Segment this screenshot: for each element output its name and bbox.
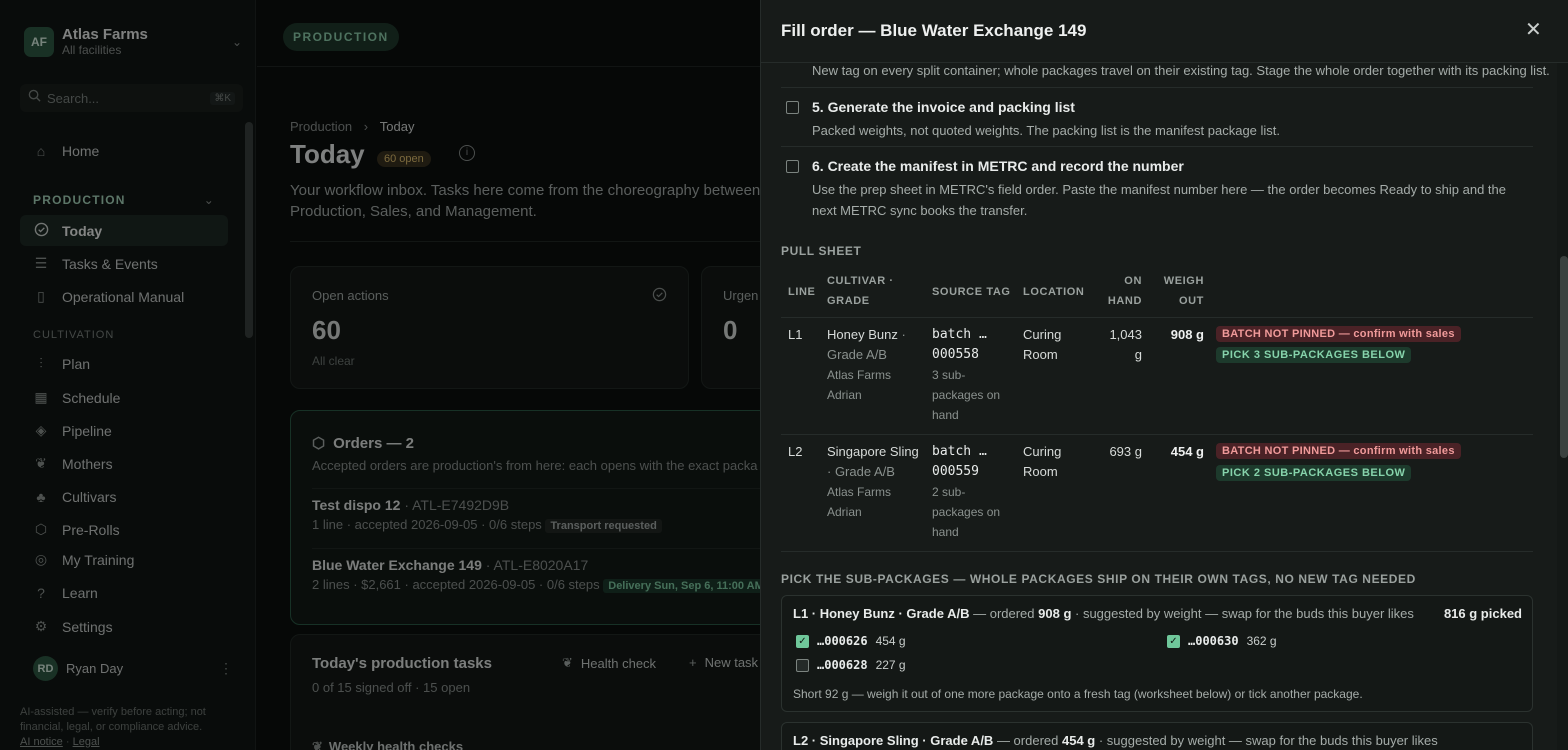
location-cell: Curing Room (1023, 444, 1062, 479)
table-divider (781, 317, 1533, 318)
drawer-header: Fill order — Blue Water Exchange 149 ✕ (761, 0, 1568, 63)
cultivar-cell: Honey Bunz · Grade A/B Atlas Farms Adria… (827, 325, 917, 405)
source-tag-id: 000559 (932, 464, 979, 479)
package-option[interactable]: ✓ …000630 362 g (1167, 634, 1277, 648)
step-description: Packed weights, not quoted weights. The … (812, 123, 1281, 138)
pick-sub-packages-badge: PICK 3 SUB-PACKAGES BELOW (1216, 347, 1412, 363)
col-line: LINE (788, 286, 816, 298)
source-tag-id: 000558 (932, 347, 979, 362)
batch-not-pinned-badge: BATCH NOT PINNED — confirm with sales (1216, 326, 1461, 342)
weigh-out-cell: 454 g (1170, 444, 1204, 459)
drawer-body: New tag on every split container; whole … (761, 63, 1557, 750)
close-icon[interactable]: ✕ (1525, 20, 1542, 40)
pick-sub-packages-label: PICK THE SUB-PACKAGES — WHOLE PACKAGES S… (781, 572, 1416, 586)
short-weight-note: Short 92 g — weigh it out of one more pa… (793, 687, 1363, 701)
pick-card-title: L1 · Honey Bunz · Grade A/B — ordered 90… (793, 606, 1414, 621)
source-tag-cell: batch … 000559 2 sub-packages on hand (932, 442, 1010, 542)
col-on-hand: ON HAND (1107, 275, 1142, 307)
col-location: LOCATION (1023, 286, 1085, 298)
line-id: L2 (788, 444, 803, 459)
table-divider (781, 434, 1533, 435)
line-id: L1 (788, 327, 803, 342)
drawer-title: Fill order — Blue Water Exchange 149 (781, 21, 1087, 40)
cultivar-name: Singapore Sling (827, 444, 919, 459)
batch-not-pinned-badge: BATCH NOT PINNED — confirm with sales (1216, 443, 1461, 459)
drawer-scrollbar[interactable] (1560, 256, 1568, 458)
sub-packages-note: 2 sub-packages on hand (932, 485, 1001, 539)
pick-sub-packages-badge: PICK 2 SUB-PACKAGES BELOW (1216, 465, 1412, 481)
cultivar-person: Adrian (827, 388, 862, 402)
source-tag-prefix: batch … (932, 444, 987, 459)
checkbox-unchecked[interactable] (796, 658, 809, 672)
ordered-prefix: — ordered (969, 606, 1039, 621)
col-weigh-out: WEIGH OUT (1163, 275, 1204, 307)
checkbox-checked[interactable]: ✓ (1167, 634, 1180, 648)
source-tag-prefix: batch … (932, 327, 987, 342)
package-weight: 454 g (875, 634, 906, 648)
location-cell: Curing Room (1023, 327, 1062, 362)
package-weight: 227 g (875, 658, 906, 672)
pick-card-l1: L1 · Honey Bunz · Grade A/B — ordered 90… (781, 595, 1533, 712)
step-title: 6. Create the manifest in METRC and reco… (812, 158, 1184, 174)
checklist-step: 5. Generate the invoice and packing list… (781, 87, 1533, 147)
pick-hint: · suggested by weight — swap for the bud… (1071, 606, 1414, 621)
pull-sheet-label: PULL SHEET (781, 244, 862, 258)
sub-packages-note: 3 sub-packages on hand (932, 368, 1001, 422)
table-divider (781, 551, 1533, 552)
on-hand-cell: 693 g (1109, 444, 1142, 459)
weigh-out-cell: 908 g (1170, 327, 1204, 342)
checkbox-checked[interactable]: ✓ (796, 634, 809, 648)
step-4-description: New tag on every split container; whole … (812, 63, 1550, 78)
package-option[interactable]: ✓ …000626 454 g (796, 634, 906, 648)
package-weight: 362 g (1246, 634, 1277, 648)
col-source-tag: SOURCE TAG (932, 286, 1011, 298)
step-title: 5. Generate the invoice and packing list (812, 99, 1075, 115)
cultivar-farm: Atlas Farms (827, 368, 892, 382)
package-option[interactable]: …000628 227 g (796, 658, 906, 672)
ordered-prefix: — ordered (993, 733, 1062, 748)
cultivar-farm: Atlas Farms (827, 485, 892, 499)
modal-backdrop[interactable] (0, 0, 760, 750)
checklist-step: 6. Create the manifest in METRC and reco… (781, 146, 1533, 226)
pick-hint: · suggested by weight — swap for the bud… (1095, 733, 1438, 748)
package-tag: …000628 (817, 658, 868, 672)
cultivar-person: Adrian (827, 505, 862, 519)
col-cultivar: CULTIVAR · GRADE (827, 275, 894, 307)
step-checkbox[interactable] (786, 101, 799, 114)
cultivar-name: Honey Bunz (827, 327, 898, 342)
pick-card-l2: L2 · Singapore Sling · Grade A/B — order… (781, 722, 1533, 750)
source-tag-cell: batch … 000558 3 sub-packages on hand (932, 325, 1010, 425)
on-hand-cell: 1,043 g (1109, 327, 1142, 362)
cultivar-grade: · Grade A/B (827, 464, 895, 479)
cultivar-cell: Singapore Sling · Grade A/B Atlas Farms … (827, 442, 925, 522)
pick-line-head: L2 · Singapore Sling · Grade A/B (793, 733, 994, 748)
pick-card-title: L2 · Singapore Sling · Grade A/B — order… (793, 733, 1438, 748)
picked-total: 816 g picked (1443, 606, 1522, 621)
package-tag: …000630 (1188, 634, 1239, 648)
pick-line-head: L1 · Honey Bunz · Grade A/B (793, 606, 970, 621)
ordered-weight: 908 g (1038, 606, 1072, 621)
ordered-weight: 454 g (1061, 733, 1096, 748)
package-tag: …000626 (817, 634, 868, 648)
step-checkbox[interactable] (786, 160, 799, 173)
fill-order-drawer: Fill order — Blue Water Exchange 149 ✕ N… (760, 0, 1568, 750)
step-description: Use the prep sheet in METRC's field orde… (812, 182, 1507, 218)
